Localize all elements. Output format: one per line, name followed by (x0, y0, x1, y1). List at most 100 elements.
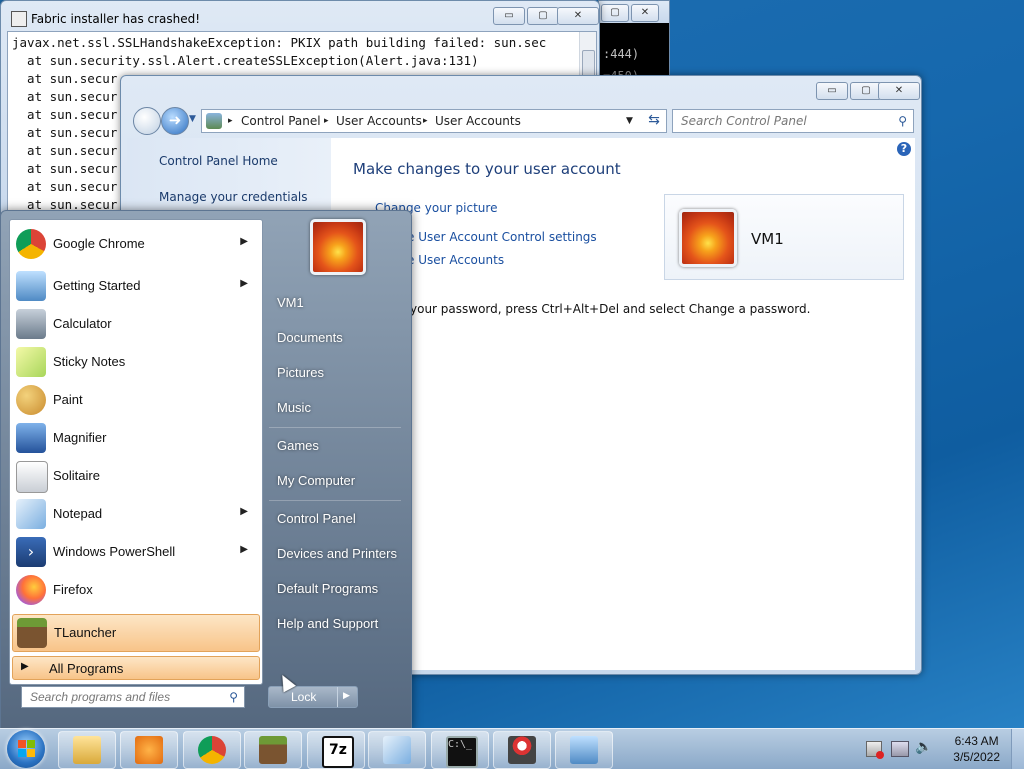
crash-window-title: Fabric installer has crashed! (31, 12, 201, 26)
submenu-arrow-icon: ▶ (240, 506, 248, 517)
solitaire-icon (16, 461, 48, 493)
chrome-icon (16, 229, 46, 259)
clock-date: 3/5/2022 (953, 750, 1000, 764)
control-panel-home-link[interactable]: Control Panel Home (159, 154, 278, 168)
scrollbar-thumb[interactable] (582, 50, 595, 78)
getting-started-icon (16, 271, 46, 301)
program-windows-powershell[interactable]: › Windows PowerShell ▶ (12, 534, 258, 570)
start-search-input[interactable]: Search programs and files ⚲ (21, 686, 245, 708)
program-tlauncher[interactable]: TLauncher (12, 614, 260, 652)
notepad-icon (16, 499, 46, 529)
program-firefox[interactable]: Firefox (12, 572, 258, 608)
taskbar-notepad[interactable] (368, 731, 426, 769)
media-player-icon (135, 736, 163, 764)
lock-options-arrow-icon[interactable]: ▶ (343, 690, 350, 701)
magnifier-icon (16, 423, 46, 453)
console-line: :444) (603, 47, 640, 61)
sticky-notes-icon (16, 347, 46, 377)
program-calculator[interactable]: Calculator (12, 306, 258, 342)
taskbar-minecraft[interactable] (244, 731, 302, 769)
network-icon[interactable] (891, 741, 909, 757)
forward-button[interactable]: ➜ (161, 107, 189, 135)
java-app-icon (11, 11, 27, 27)
program-paint[interactable]: Paint (12, 382, 258, 418)
submenu-arrow-icon: ▶ (240, 544, 248, 555)
taskbar-chrome[interactable] (183, 731, 241, 769)
7zip-icon: 7z (322, 736, 354, 768)
java-icon (508, 736, 536, 764)
tlauncher-icon (17, 618, 47, 648)
start-item-documents[interactable]: Documents (277, 330, 343, 345)
search-icon[interactable]: ⚲ (898, 110, 907, 132)
start-button[interactable] (7, 730, 45, 768)
taskbar-cmd[interactable]: C:\_ (431, 731, 489, 769)
manage-credentials-link[interactable]: Manage your credentials (159, 190, 308, 204)
cmd-icon: C:\_ (446, 736, 478, 768)
system-clock[interactable]: 6:43 AM 3/5/2022 (953, 733, 1000, 765)
search-icon[interactable]: ⚲ (229, 687, 238, 707)
help-icon[interactable]: ? (897, 142, 911, 156)
console-titlebar: ▢ ✕ (599, 1, 669, 23)
taskbar-control-panel[interactable] (555, 731, 613, 769)
user-avatar (679, 209, 737, 267)
user-tile: VM1 (664, 194, 904, 280)
explorer-icon (73, 736, 101, 764)
chrome-icon (198, 736, 226, 764)
uac-settings-link[interactable]: e User Account Control settings (407, 230, 597, 244)
start-item-my-computer[interactable]: My Computer (277, 473, 355, 488)
start-item-default-programs[interactable]: Default Programs (277, 581, 378, 596)
back-button[interactable] (133, 107, 161, 135)
program-magnifier[interactable]: Magnifier (12, 420, 258, 456)
taskbar-explorer[interactable] (58, 731, 116, 769)
program-notepad[interactable]: Notepad ▶ (12, 496, 258, 532)
start-item-control-panel[interactable]: Control Panel (277, 511, 356, 526)
console-close-button[interactable]: ✕ (631, 4, 659, 22)
program-sticky-notes[interactable]: Sticky Notes (12, 344, 258, 380)
page-heading: Make changes to your user account (353, 160, 621, 178)
program-getting-started[interactable]: Getting Started ▶ (12, 268, 258, 304)
address-bar[interactable]: ▸ Control Panel ▸ User Accounts ▸ User A… (201, 109, 667, 133)
breadcrumb-user-accounts-current[interactable]: User Accounts (435, 110, 521, 132)
taskbar: 7z C:\_ 🔈 6:43 AM 3/5/2022 (0, 728, 1024, 769)
user-name: VM1 (751, 230, 784, 248)
recent-pages-chevron-icon[interactable]: ▼ (189, 114, 196, 124)
taskbar-media-player[interactable] (120, 731, 178, 769)
start-item-pictures[interactable]: Pictures (277, 365, 324, 380)
console-maximize-button[interactable]: ▢ (601, 4, 629, 22)
user-avatar[interactable] (310, 219, 366, 275)
clock-time: 6:43 AM (954, 734, 999, 748)
start-item-music[interactable]: Music (277, 400, 311, 415)
taskbar-7zip[interactable]: 7z (307, 731, 365, 769)
minimize-button[interactable]: ▭ (493, 7, 525, 25)
close-button[interactable]: ✕ (557, 7, 599, 25)
breadcrumb-control-panel[interactable]: Control Panel (241, 110, 321, 132)
taskbar-java[interactable] (493, 731, 551, 769)
divider (269, 500, 401, 501)
paint-icon (16, 385, 46, 415)
divider (269, 427, 401, 428)
submenu-arrow-icon: ▶ (240, 278, 248, 289)
volume-icon[interactable]: 🔈 (915, 739, 932, 755)
start-item-vm1[interactable]: VM1 (277, 295, 304, 310)
minecraft-icon (259, 736, 287, 764)
manage-accounts-link[interactable]: e User Accounts (407, 253, 504, 267)
program-solitaire[interactable]: Solitaire (12, 458, 258, 494)
maximize-button[interactable]: ▢ (527, 7, 559, 25)
program-google-chrome[interactable]: Google Chrome ▶ (12, 226, 258, 262)
refresh-icon[interactable]: ⇆ (644, 109, 664, 131)
start-item-games[interactable]: Games (277, 438, 319, 453)
address-dropdown-icon[interactable]: ▼ (626, 110, 633, 132)
start-item-help-support[interactable]: Help and Support (277, 616, 378, 631)
minimize-button[interactable]: ▭ (816, 82, 848, 100)
all-programs-button[interactable]: ▶ All Programs (12, 656, 260, 680)
show-desktop-button[interactable] (1011, 729, 1024, 769)
close-button[interactable]: ✕ (878, 82, 920, 100)
firefox-icon (16, 575, 46, 605)
start-item-devices-printers[interactable]: Devices and Printers (277, 546, 397, 561)
user-accounts-icon (206, 113, 222, 129)
notepad-icon (383, 736, 411, 764)
search-control-panel-input[interactable]: Search Control Panel ⚲ (672, 109, 914, 133)
action-center-flag-icon[interactable] (866, 741, 884, 759)
powershell-icon: › (16, 537, 46, 567)
breadcrumb-user-accounts[interactable]: User Accounts (336, 110, 422, 132)
